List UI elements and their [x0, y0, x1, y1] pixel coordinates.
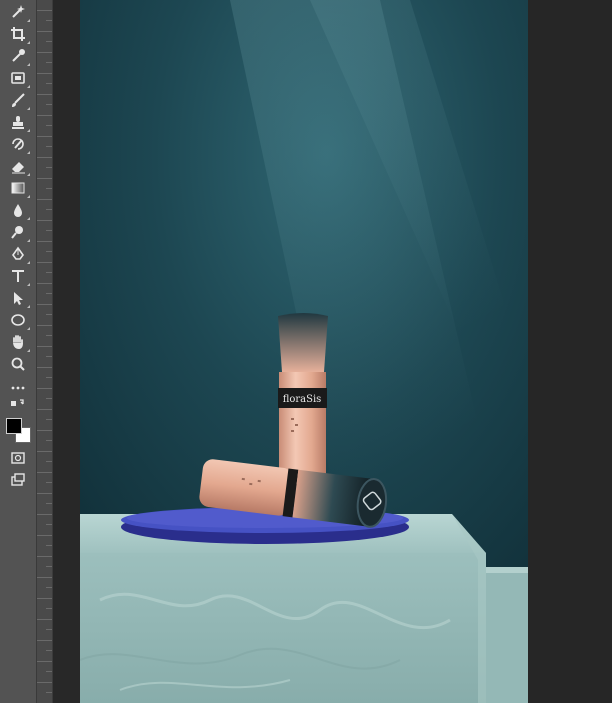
- history-brush-icon[interactable]: [6, 134, 30, 154]
- frame-icon[interactable]: [6, 68, 30, 88]
- eyedropper-icon[interactable]: [6, 46, 30, 66]
- gradient-icon[interactable]: [6, 178, 30, 198]
- canvas-pasteboard-left: [53, 0, 80, 703]
- product-scene-image: floraSis: [80, 0, 528, 703]
- blur-icon[interactable]: [6, 200, 30, 220]
- clone-stamp-icon[interactable]: [6, 112, 30, 132]
- type-icon[interactable]: [6, 266, 30, 286]
- screen-mode-icon[interactable]: [6, 470, 30, 490]
- swap-colors-icon[interactable]: [6, 398, 30, 412]
- hand-icon[interactable]: [6, 332, 30, 352]
- ellipse-icon[interactable]: [6, 310, 30, 330]
- vertical-ruler: [37, 0, 53, 703]
- standing-tube: floraSis: [278, 313, 328, 484]
- canvas-pasteboard-right: [528, 0, 612, 703]
- eraser-icon[interactable]: [6, 156, 30, 176]
- dodge-icon[interactable]: [6, 222, 30, 242]
- magic-wand-icon[interactable]: [6, 2, 30, 22]
- tools-panel: [0, 0, 37, 703]
- brush-icon[interactable]: [6, 90, 30, 110]
- path-selection-icon[interactable]: [6, 288, 30, 308]
- foreground-color-swatch[interactable]: [6, 418, 22, 434]
- brand-label-standing: floraSis: [283, 394, 322, 405]
- pen-icon[interactable]: [6, 244, 30, 264]
- more-tools-icon[interactable]: [6, 378, 30, 398]
- crop-icon[interactable]: [6, 24, 30, 44]
- document-canvas[interactable]: floraSis: [80, 0, 528, 703]
- quick-mask-icon[interactable]: [6, 448, 30, 468]
- zoom-icon[interactable]: [6, 354, 30, 374]
